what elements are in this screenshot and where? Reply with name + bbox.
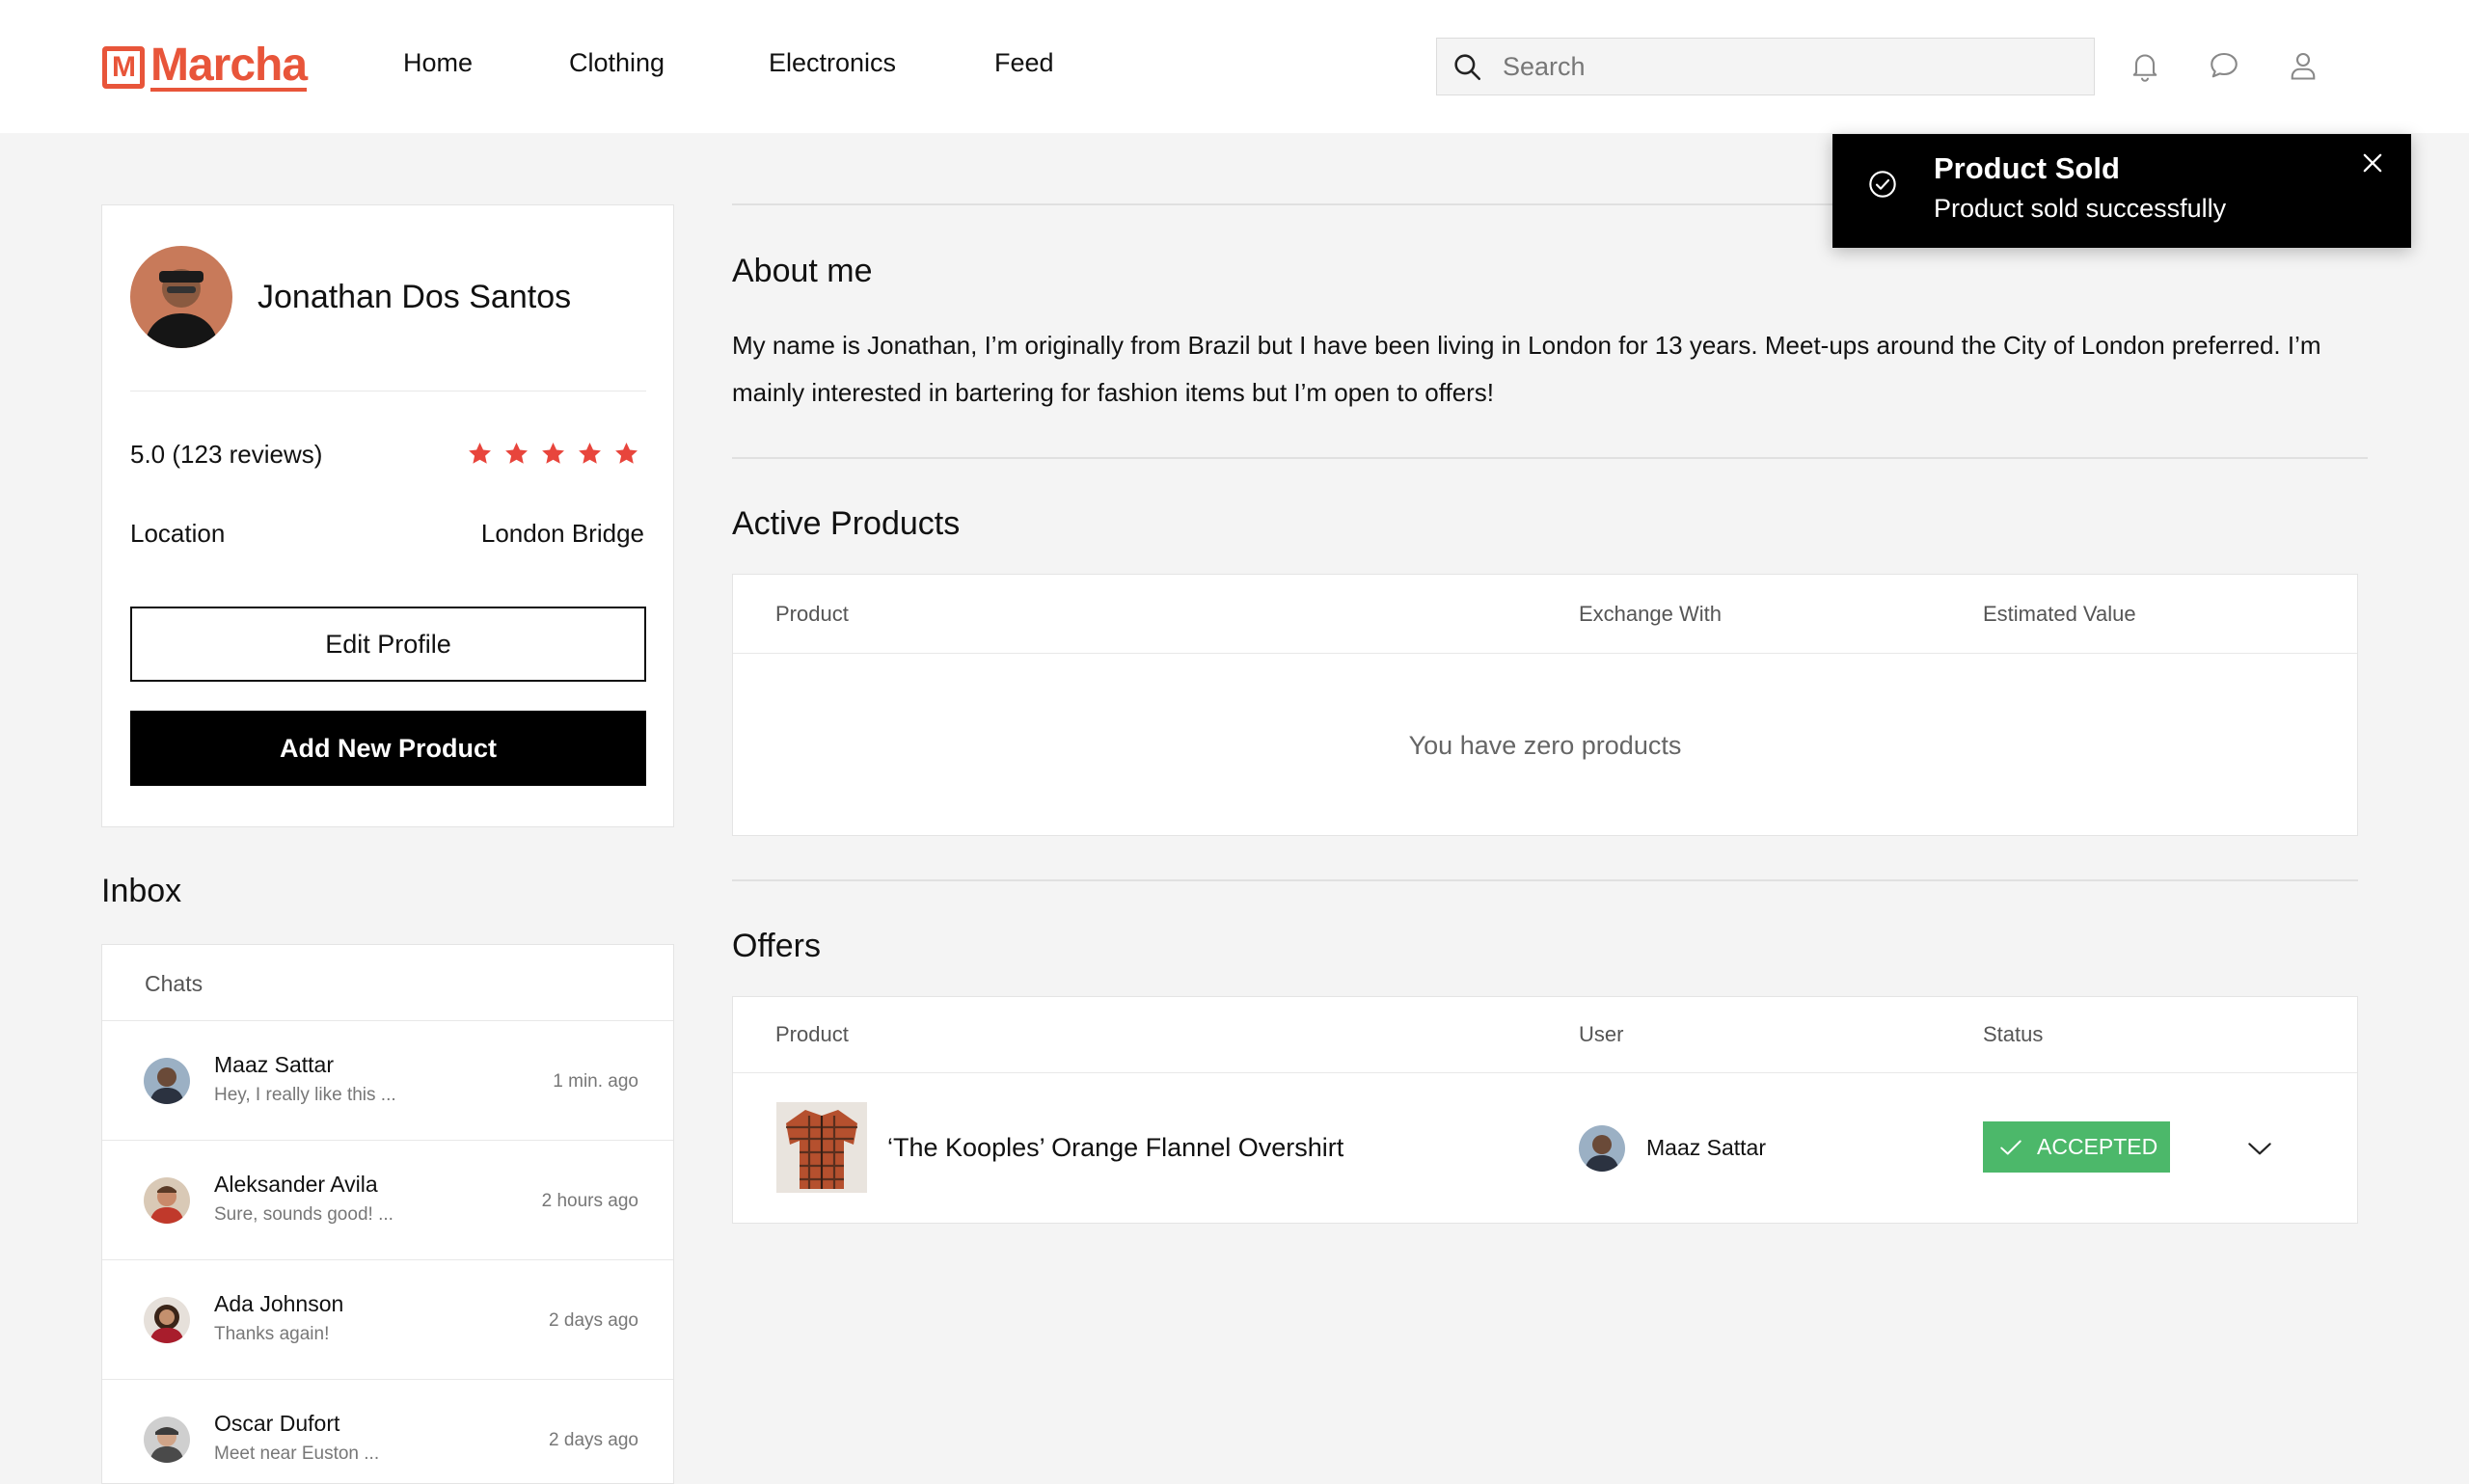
column-header-estimated-value: Estimated Value <box>1983 602 2136 626</box>
status-badge: ACCEPTED <box>1983 1121 2170 1173</box>
chevron-down-icon[interactable] <box>2244 1133 2275 1164</box>
nav-clothing[interactable]: Clothing <box>569 48 665 78</box>
user-icon[interactable] <box>2286 48 2320 83</box>
chat-bubble-icon[interactable] <box>2207 48 2241 83</box>
location-value: London Bridge <box>480 519 644 548</box>
add-new-product-button[interactable]: Add New Product <box>130 711 646 786</box>
chat-time: 2 days ago <box>549 1430 638 1450</box>
table-row[interactable]: ‘The Kooples’ Orange Flannel Overshirt M… <box>733 1073 2357 1224</box>
star-icon <box>505 443 528 464</box>
chat-item-maaz-sattar[interactable]: Maaz Sattar Hey, I really like this ... … <box>102 1021 673 1141</box>
star-icon <box>615 443 638 464</box>
top-navbar: M Marcha Home Clothing Electronics Feed <box>0 0 2469 133</box>
toast-title: Product Sold <box>1934 151 2120 185</box>
nav-feed[interactable]: Feed <box>994 48 1054 78</box>
profile-card: Jonathan Dos Santos 5.0 (123 reviews) Lo… <box>101 204 674 827</box>
search-bar <box>1436 38 2095 95</box>
product-thumbnail <box>776 1102 867 1193</box>
chat-name: Oscar Dufort <box>214 1411 340 1436</box>
avatar <box>144 1177 190 1224</box>
search-icon <box>1454 54 1481 81</box>
inbox-title: Inbox <box>101 873 182 909</box>
chat-name: Maaz Sattar <box>214 1052 334 1077</box>
profile-name: Jonathan Dos Santos <box>258 279 572 315</box>
avatar <box>1579 1125 1625 1172</box>
toast-notification: Product Sold Product sold successfully <box>1832 134 2411 248</box>
chat-time: 1 min. ago <box>553 1071 638 1092</box>
avatar <box>144 1058 190 1104</box>
chats-header: Chats <box>102 945 673 1021</box>
active-products-title: Active Products <box>732 505 961 542</box>
offer-user-name[interactable]: Maaz Sattar <box>1646 1135 1766 1161</box>
offers-title: Offers <box>732 928 821 964</box>
column-header-user: User <box>1579 1022 1624 1046</box>
close-icon[interactable] <box>2359 149 2386 176</box>
check-circle-icon <box>1869 171 1896 198</box>
chats-list: Chats Maaz Sattar Hey, I really like thi… <box>101 944 674 1484</box>
chat-item-ada-johnson[interactable]: Ada Johnson Thanks again! 2 days ago <box>102 1260 673 1380</box>
offers-table: Product User Status ‘The Kooples’ Orange… <box>732 996 2358 1224</box>
column-header-product: Product <box>775 602 849 626</box>
chat-preview: Meet near Euston ... <box>214 1444 380 1464</box>
avatar <box>144 1297 190 1343</box>
chat-preview: Thanks again! <box>214 1324 330 1344</box>
location-label: Location <box>130 519 226 548</box>
nav-electronics[interactable]: Electronics <box>769 48 896 78</box>
nav-home[interactable]: Home <box>403 48 473 78</box>
chat-name: Ada Johnson <box>214 1291 344 1316</box>
chat-time: 2 hours ago <box>541 1191 638 1211</box>
about-title: About me <box>732 253 873 289</box>
avatar <box>144 1417 190 1463</box>
brand-name: Marcha <box>150 40 308 92</box>
column-header-status: Status <box>1983 1022 2044 1046</box>
about-text: My name is Jonathan, I’m originally from… <box>732 331 2321 407</box>
table-header: Product User Status <box>733 997 2357 1073</box>
chat-item-oscar-dufort[interactable]: Oscar Dufort Meet near Euston ... 2 days… <box>102 1380 673 1483</box>
search-input[interactable] <box>1503 51 2043 82</box>
chat-preview: Sure, sounds good! ... <box>214 1204 393 1225</box>
logo-mark-icon: M <box>102 46 145 89</box>
edit-profile-button[interactable]: Edit Profile <box>130 607 646 682</box>
column-header-exchange-with: Exchange With <box>1579 602 1722 626</box>
star-icon <box>542 443 564 464</box>
toast-message: Product sold successfully <box>1934 194 2227 223</box>
offer-product-name[interactable]: ‘The Kooples’ Orange Flannel Overshirt <box>887 1133 1343 1163</box>
star-icon <box>579 443 601 464</box>
chat-preview: Hey, I really like this ... <box>214 1085 396 1105</box>
empty-state-message: You have zero products <box>1408 731 1682 760</box>
active-products-table: Product Exchange With Estimated Value Yo… <box>732 574 2358 836</box>
star-icon <box>469 443 491 464</box>
divider <box>732 457 2368 459</box>
chat-time: 2 days ago <box>549 1310 638 1331</box>
chat-item-aleksander-avila[interactable]: Aleksander Avila Sure, sounds good! ... … <box>102 1141 673 1260</box>
brand-logo[interactable]: M Marcha <box>102 40 308 94</box>
table-header: Product Exchange With Estimated Value <box>733 575 2357 654</box>
rating-summary: 5.0 (123 reviews) <box>130 440 323 469</box>
divider <box>732 879 2358 881</box>
column-header-product: Product <box>775 1022 849 1046</box>
chat-name: Aleksander Avila <box>214 1172 378 1197</box>
check-icon <box>2000 1140 2021 1154</box>
star-rating <box>466 440 640 468</box>
profile-avatar <box>130 246 232 348</box>
status-text: ACCEPTED <box>2037 1134 2158 1159</box>
bell-icon[interactable] <box>2128 48 2162 83</box>
